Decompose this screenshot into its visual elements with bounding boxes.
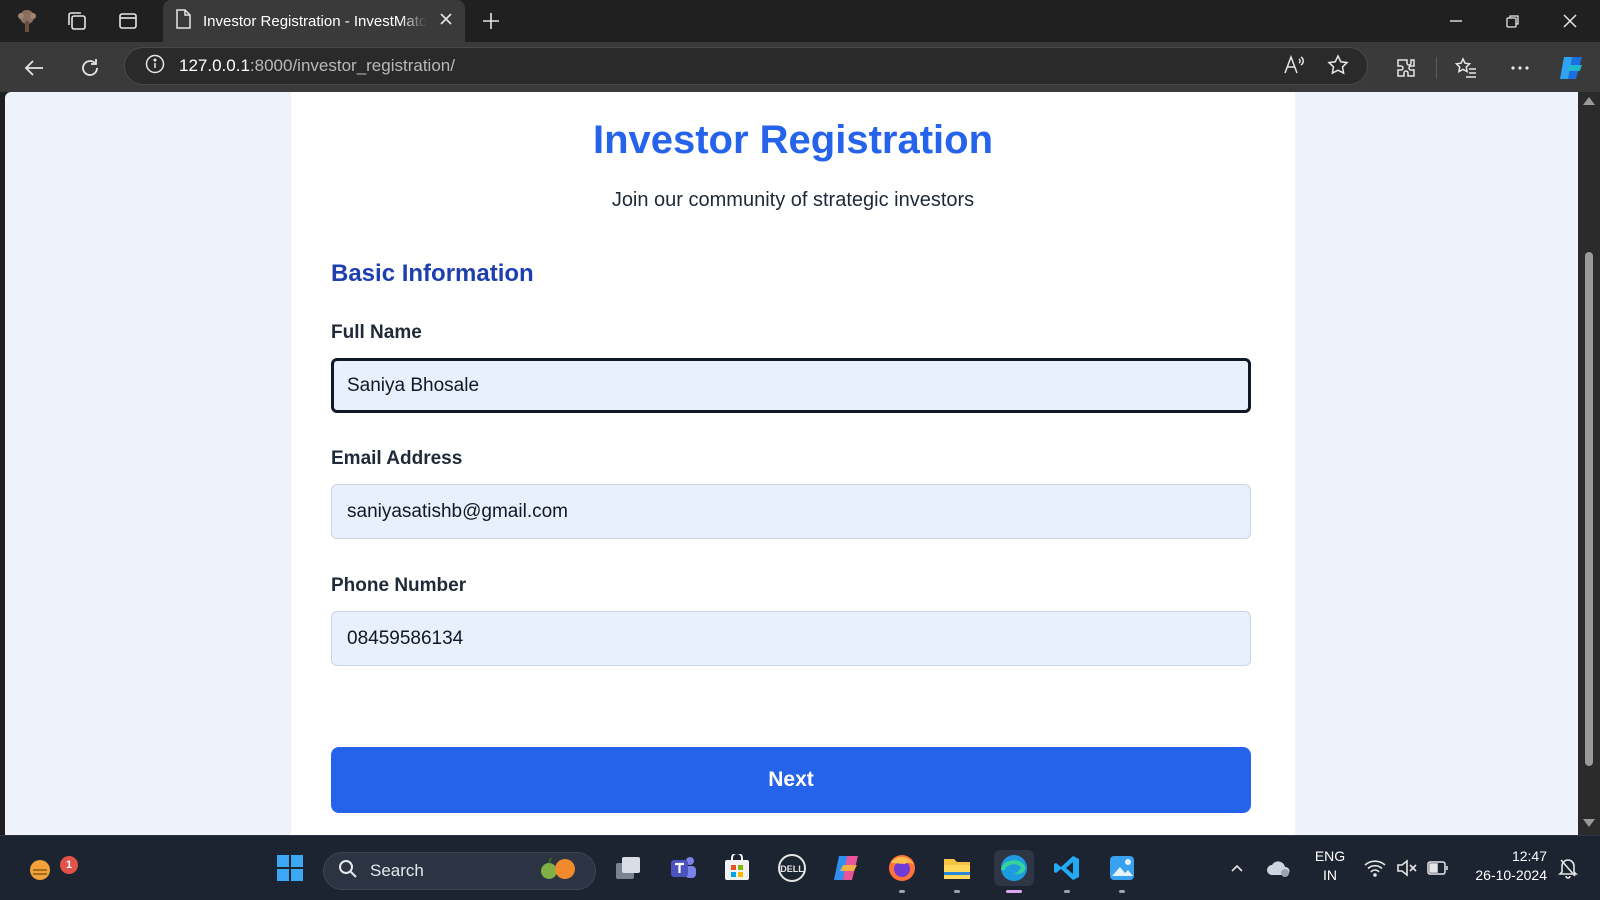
phone-input[interactable] [331, 611, 1251, 666]
windows-start-icon[interactable] [272, 850, 308, 886]
language-indicator[interactable]: ENG IN [1313, 847, 1347, 885]
task-view-icon[interactable] [610, 850, 646, 886]
close-window-icon[interactable] [1550, 6, 1590, 36]
language-code: ENG [1314, 848, 1346, 864]
vscode-icon[interactable] [1049, 850, 1085, 893]
edge-browser-icon[interactable] [994, 850, 1034, 893]
show-hidden-icons-chevron-icon[interactable] [1224, 850, 1250, 886]
page-title: Investor Registration [592, 118, 994, 162]
favorites-icon[interactable] [1451, 53, 1481, 83]
full-name-label: Full Name [331, 322, 422, 343]
favorite-star-icon[interactable] [1327, 54, 1349, 81]
full-name-input[interactable] [331, 358, 1251, 413]
page-scrollbar[interactable] [1578, 92, 1600, 835]
browser-title-bar: Investor Registration - InvestMatch [0, 0, 1600, 42]
tab-title: Investor Registration - InvestMatch [203, 12, 427, 30]
extensions-icon[interactable] [1391, 53, 1421, 83]
svg-text:DELL: DELL [780, 864, 804, 874]
browser-toolbar: 127.0.0.1:8000/investor_registration/ [0, 42, 1600, 92]
onedrive-cloud-icon[interactable] [1264, 850, 1294, 886]
copilot-app-icon[interactable] [829, 850, 865, 886]
email-input[interactable] [331, 484, 1251, 539]
phone-label: Phone Number [331, 575, 467, 596]
profile-avatar-icon[interactable] [14, 8, 40, 34]
language-region: IN [1323, 867, 1337, 883]
clock-time: 12:47 [1511, 848, 1547, 864]
refresh-icon[interactable] [75, 53, 105, 83]
dell-icon[interactable]: DELL [774, 850, 810, 886]
search-icon [338, 859, 358, 884]
page-viewport: Investor Registration Join our community… [5, 92, 1578, 835]
browser-tab-active[interactable]: Investor Registration - InvestMatch [163, 0, 465, 42]
minimize-window-icon[interactable] [1436, 6, 1476, 36]
back-arrow-icon[interactable] [19, 53, 49, 83]
close-tab-icon[interactable] [439, 12, 453, 30]
notification-badge: 1 [60, 856, 78, 874]
battery-icon[interactable] [1425, 850, 1451, 886]
copilot-icon[interactable] [1557, 53, 1587, 83]
registration-card: Investor Registration Join our community… [291, 92, 1295, 835]
search-highlight-icon [531, 856, 583, 887]
file-explorer-icon[interactable] [939, 850, 975, 893]
system-clock[interactable]: 12:47 26-10-2024 [1463, 847, 1547, 885]
wifi-icon[interactable] [1362, 850, 1388, 886]
url-host: 127.0.0.1 [179, 56, 250, 75]
clock-date: 26-10-2024 [1475, 867, 1547, 883]
next-button[interactable]: Next [331, 747, 1251, 813]
page-subtitle: Join our community of strategic investor… [611, 189, 975, 211]
vertical-tabs-icon[interactable] [115, 8, 141, 34]
firefox-icon[interactable] [884, 850, 920, 893]
notification-bell-icon[interactable] [1555, 850, 1581, 886]
scroll-down-arrow-icon[interactable] [1583, 819, 1595, 827]
running-indicator [1119, 890, 1125, 893]
search-placeholder: Search [370, 861, 424, 880]
active-indicator [1006, 890, 1022, 893]
read-aloud-icon[interactable] [1283, 54, 1305, 81]
more-options-icon[interactable] [1505, 53, 1535, 83]
running-indicator [954, 890, 960, 893]
photos-app-icon[interactable] [1104, 850, 1140, 893]
site-info-icon[interactable] [145, 54, 165, 79]
email-label: Email Address [331, 448, 463, 469]
running-indicator [1064, 890, 1070, 893]
windows-taskbar: 1 Search DELL ENG IN 12:47 26-10-2024 [0, 835, 1600, 900]
volume-muted-icon[interactable] [1394, 850, 1420, 886]
teams-icon[interactable] [665, 850, 701, 886]
address-bar[interactable]: 127.0.0.1:8000/investor_registration/ [124, 47, 1368, 85]
restore-window-icon[interactable] [1493, 6, 1533, 36]
toolbar-divider [1436, 57, 1437, 79]
new-tab-button[interactable] [478, 8, 504, 34]
section-title: Basic Information [331, 260, 534, 287]
weather-widget-icon[interactable]: 1 [20, 850, 78, 886]
url-path: :8000/investor_registration/ [249, 56, 455, 75]
page-document-icon [175, 9, 191, 33]
taskbar-search-box[interactable]: Search [323, 852, 596, 890]
scrollbar-thumb[interactable] [1585, 252, 1593, 766]
workspaces-icon[interactable] [64, 8, 90, 34]
microsoft-store-icon[interactable] [719, 850, 755, 886]
scroll-up-arrow-icon[interactable] [1583, 97, 1595, 105]
running-indicator [899, 890, 905, 893]
